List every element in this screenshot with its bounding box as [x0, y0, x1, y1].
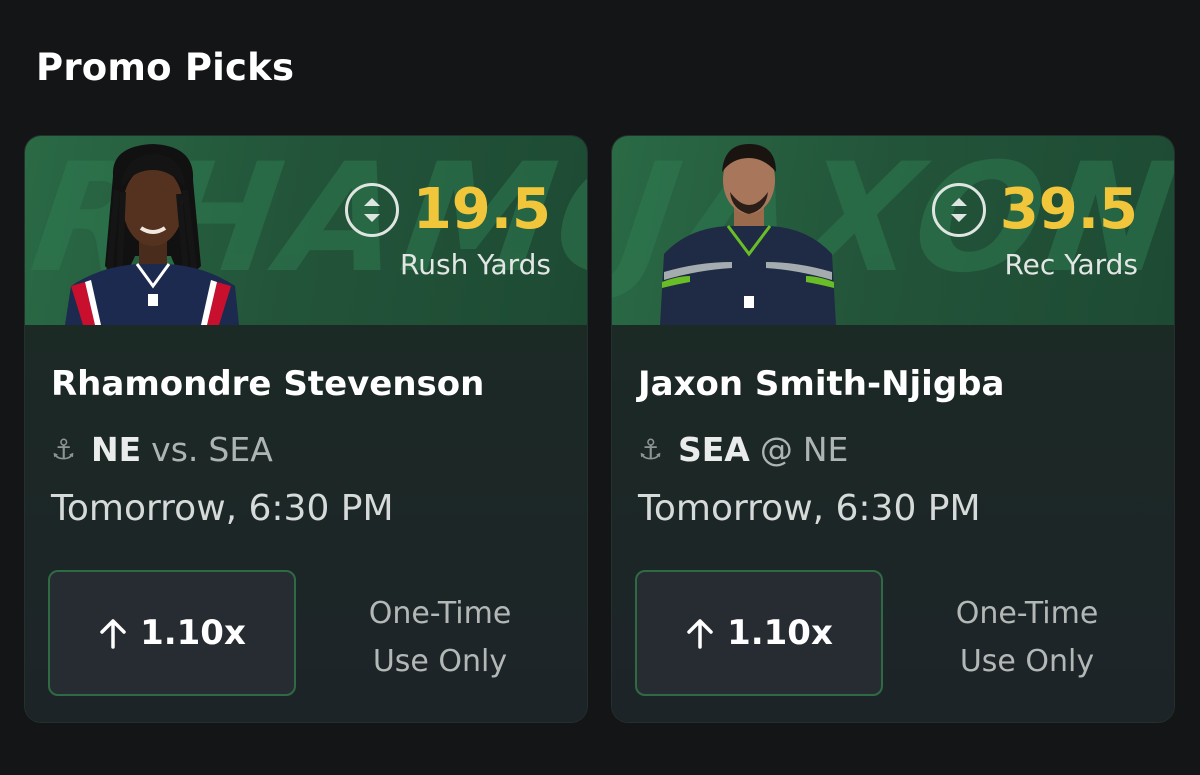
- usage-note-line1: One-Time: [955, 596, 1099, 631]
- anchor-icon: ⚓: [638, 433, 664, 466]
- line-block: 39.5 Rec Yards: [931, 177, 1138, 281]
- boost-button[interactable]: 1.10x: [48, 570, 296, 696]
- line-value: 39.5: [999, 177, 1138, 242]
- line-block: 19.5 Rush Yards: [344, 177, 551, 281]
- usage-note-line2: Use Only: [959, 644, 1095, 679]
- team-abbr: NE: [91, 430, 142, 469]
- multiplier-value: 1.10x: [140, 613, 246, 653]
- line-value: 19.5: [412, 177, 551, 242]
- anchor-icon: ⚓: [51, 433, 77, 466]
- usage-note: One-Time Use Only: [340, 590, 540, 686]
- game-time: Tomorrow, 6:30 PM: [638, 488, 981, 529]
- matchup: ⚓ SEA @ NE: [638, 430, 848, 469]
- player-name: Jaxon Smith-Njigba: [638, 364, 1005, 404]
- boost-button[interactable]: 1.10x: [635, 570, 883, 696]
- arrow-up-icon: [98, 617, 128, 649]
- game-time: Tomorrow, 6:30 PM: [51, 488, 394, 529]
- team-abbr: SEA: [678, 430, 750, 469]
- pick-card-stevenson[interactable]: RHAMON 19.5 Rush Yards Rhamondre Stevens…: [25, 136, 587, 722]
- stat-label: Rush Yards: [400, 248, 551, 281]
- matchup: ⚓ NE vs. SEA: [51, 430, 273, 469]
- matchup-separator: vs.: [151, 430, 199, 469]
- matchup-separator: @: [759, 430, 793, 469]
- up-down-icon[interactable]: [344, 183, 399, 237]
- player-photo: [660, 144, 836, 325]
- stat-label: Rec Yards: [1004, 248, 1138, 281]
- opponent-abbr: NE: [802, 430, 849, 469]
- player-name: Rhamondre Stevenson: [51, 364, 485, 404]
- usage-note-line2: Use Only: [372, 644, 508, 679]
- player-banner: RHAMON 19.5 Rush Yards: [25, 136, 587, 325]
- arrow-up-icon: [685, 617, 715, 649]
- player-banner: JAXON 39.5 Rec Yards: [612, 136, 1174, 325]
- multiplier-value: 1.10x: [727, 613, 833, 653]
- pick-card-smith-njigba[interactable]: JAXON 39.5 Rec Yards Jaxon Smith-Njigba …: [612, 136, 1174, 722]
- opponent-abbr: SEA: [208, 430, 273, 469]
- usage-note: One-Time Use Only: [927, 590, 1127, 686]
- section-title: Promo Picks: [36, 46, 295, 89]
- player-photo: [65, 144, 239, 325]
- usage-note-line1: One-Time: [368, 596, 512, 631]
- up-down-icon[interactable]: [931, 183, 986, 237]
